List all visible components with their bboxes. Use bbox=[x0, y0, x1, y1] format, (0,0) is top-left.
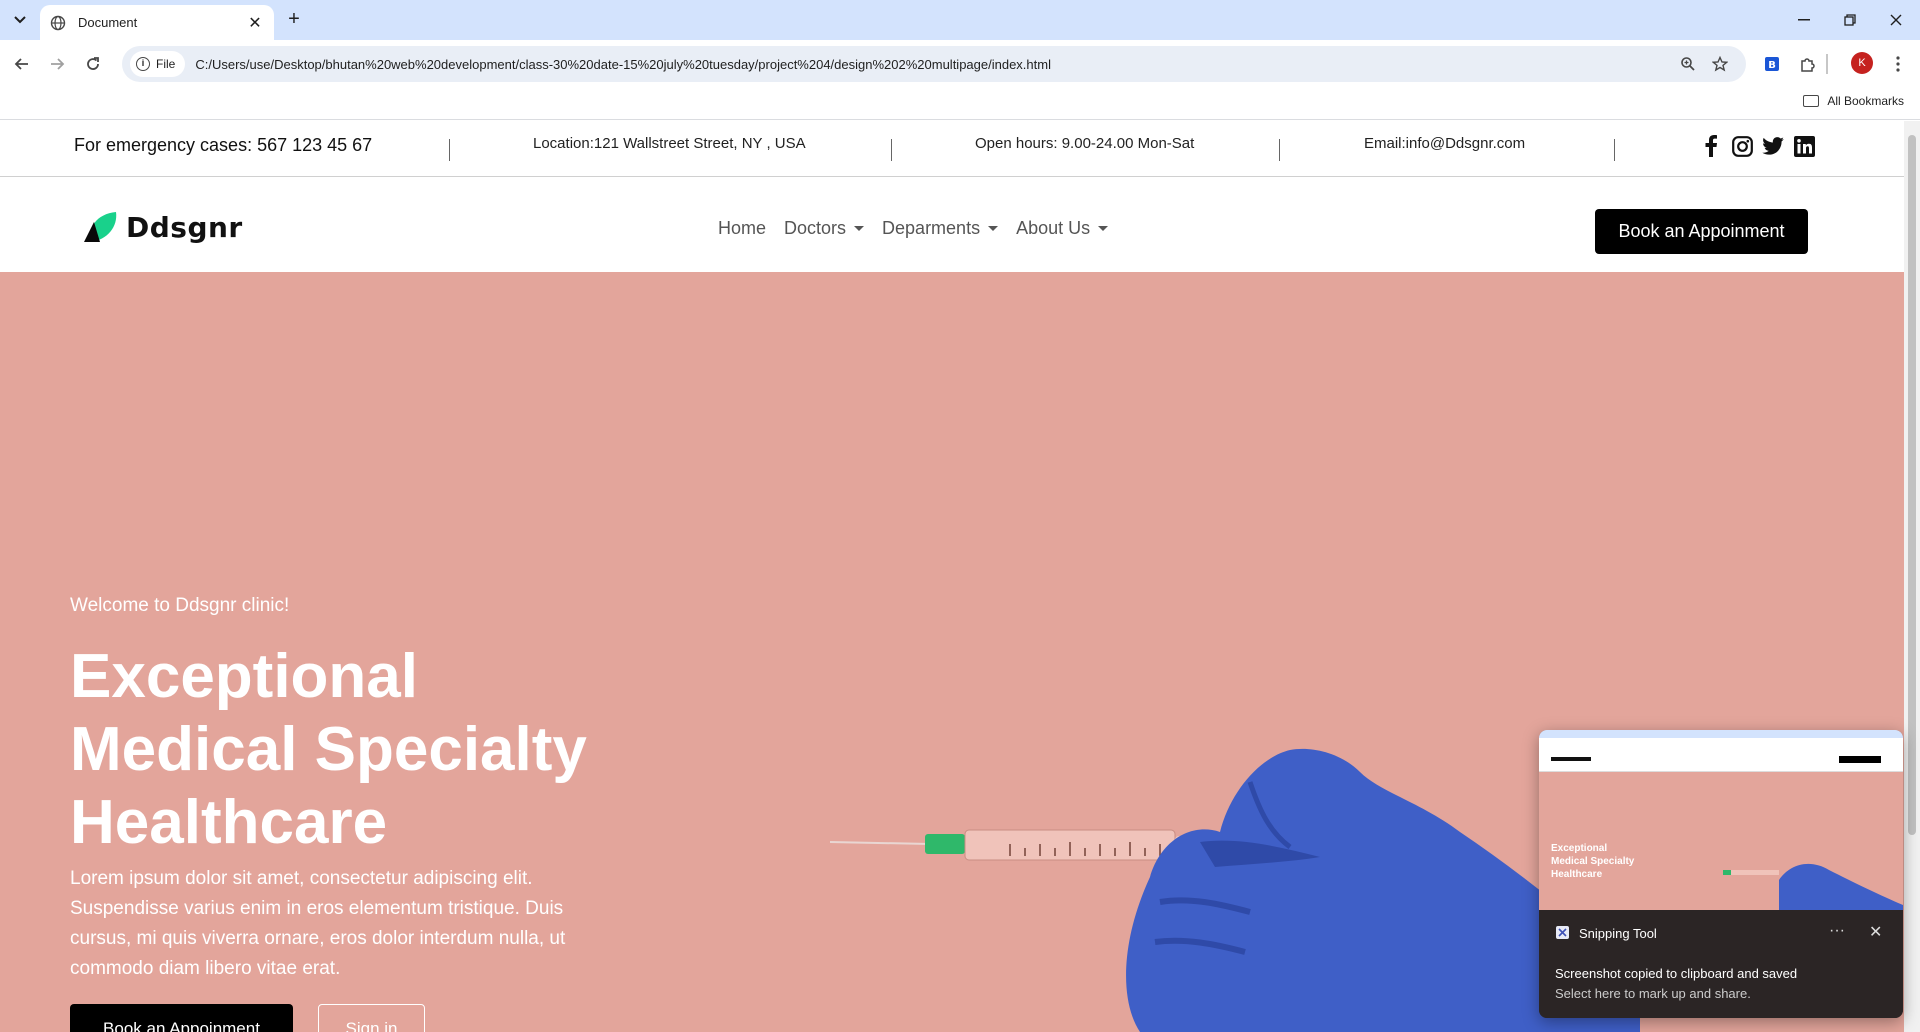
open-hours-text: Open hours: 9.00-24.00 Mon-Sat bbox=[975, 135, 1195, 152]
snipping-tool-icon bbox=[1556, 926, 1569, 939]
hero-title-line: Healthcare bbox=[70, 788, 388, 857]
caret-down-icon bbox=[1098, 226, 1109, 231]
notification-app-name: Snipping Tool bbox=[1579, 926, 1657, 941]
extension-app-icon[interactable]: B bbox=[1760, 52, 1784, 76]
close-icon[interactable]: ✕ bbox=[1869, 922, 1882, 942]
folder-icon bbox=[1803, 95, 1820, 107]
globe-icon bbox=[50, 15, 66, 30]
twitter-icon[interactable] bbox=[1762, 135, 1784, 157]
hero-welcome-text: Welcome to Ddsgnr clinic! bbox=[70, 595, 290, 616]
email-text: Email:info@Ddsgnr.com bbox=[1364, 135, 1526, 152]
thumbnail-title-line: Healthcare bbox=[1551, 869, 1603, 880]
notification-message: Screenshot copied to clipboard and saved bbox=[1555, 966, 1798, 981]
brand-logo[interactable]: Ddsgnr bbox=[82, 210, 243, 244]
caret-down-icon bbox=[988, 226, 999, 231]
thumbnail-title-line: Medical Specialty bbox=[1551, 856, 1635, 867]
location-text: Location:121 Wallstreet Street, NY , USA bbox=[533, 135, 806, 152]
book-appointment-button[interactable]: Book an Appoinment bbox=[1595, 209, 1808, 254]
emergency-contact: For emergency cases: 567 123 45 67 bbox=[74, 135, 373, 155]
all-bookmarks-button[interactable]: All Bookmarks bbox=[1803, 94, 1904, 108]
new-tab-icon[interactable]: + bbox=[282, 8, 306, 32]
address-bar[interactable]: i File C:/Users/use/Desktop/bhutan%20web… bbox=[122, 46, 1746, 82]
brand-name: Ddsgnr bbox=[126, 210, 243, 244]
forward-icon[interactable] bbox=[45, 52, 69, 76]
thumbnail-title-line: Exceptional bbox=[1551, 843, 1608, 854]
toolbar-divider bbox=[1826, 54, 1828, 74]
hero-title: Exceptional Medical Specialty Healthcare bbox=[70, 640, 630, 859]
facebook-icon[interactable] bbox=[1700, 135, 1722, 157]
divider bbox=[1614, 139, 1615, 161]
hero-title-line: Medical Specialty bbox=[70, 715, 587, 784]
browser-tab[interactable]: Document ✕ bbox=[40, 5, 274, 40]
svg-text:B: B bbox=[1768, 60, 1776, 71]
nav-link-label: Doctors bbox=[784, 218, 847, 238]
info-icon: i bbox=[136, 57, 150, 71]
hero-sign-in-button[interactable]: Sign in bbox=[318, 1004, 425, 1032]
url-scheme-label: File bbox=[156, 57, 176, 71]
restore-icon[interactable] bbox=[1827, 0, 1873, 40]
hero-description: Lorem ipsum dolor sit amet, consectetur … bbox=[70, 868, 566, 979]
nav-link-label: Home bbox=[718, 218, 767, 238]
divider bbox=[891, 139, 892, 161]
nav-link-label: Deparments bbox=[882, 218, 981, 238]
scrollbar-thumb[interactable] bbox=[1908, 135, 1916, 835]
caret-down-icon bbox=[854, 226, 865, 231]
nav-links: Home Doctors Deparments About Us bbox=[718, 218, 1126, 239]
instagram-icon[interactable] bbox=[1731, 135, 1753, 157]
kebab-menu-icon[interactable] bbox=[1886, 52, 1910, 76]
reload-icon[interactable] bbox=[81, 52, 105, 76]
tab-close-icon[interactable]: ✕ bbox=[246, 13, 264, 33]
hero-book-appointment-button[interactable]: Book an Appoinment bbox=[70, 1004, 293, 1032]
divider bbox=[1279, 139, 1280, 161]
page-scrollbar[interactable] bbox=[1904, 121, 1920, 1032]
nav-link-departments[interactable]: Deparments bbox=[882, 218, 999, 239]
linkedin-icon[interactable] bbox=[1793, 135, 1815, 157]
main-navbar: Ddsgnr Home Doctors Deparments About Us … bbox=[0, 178, 1904, 272]
snipping-tool-notification[interactable]: Exceptional Medical Specialty Healthcare… bbox=[1539, 730, 1903, 1018]
url-text[interactable]: C:/Users/use/Desktop/bhutan%20web%20deve… bbox=[195, 57, 1051, 72]
browser-toolbar: i File C:/Users/use/Desktop/bhutan%20web… bbox=[0, 40, 1920, 88]
tab-search-chevron-icon[interactable] bbox=[8, 8, 32, 32]
info-topbar: For emergency cases: 567 123 45 67 Locat… bbox=[0, 121, 1904, 177]
nav-link-about[interactable]: About Us bbox=[1016, 218, 1109, 239]
thumbnail-syringe-image bbox=[1723, 863, 1903, 910]
screenshot-thumbnail[interactable]: Exceptional Medical Specialty Healthcare bbox=[1539, 730, 1903, 910]
close-window-icon[interactable] bbox=[1873, 0, 1919, 40]
zoom-icon[interactable] bbox=[1678, 54, 1698, 74]
back-icon[interactable] bbox=[10, 52, 34, 76]
bookmarks-bar: All Bookmarks bbox=[0, 88, 1920, 120]
nav-link-label: About Us bbox=[1016, 218, 1091, 238]
nav-link-home[interactable]: Home bbox=[718, 218, 766, 239]
hero-title-line: Exceptional bbox=[70, 642, 418, 711]
divider bbox=[449, 139, 450, 161]
nav-link-doctors[interactable]: Doctors bbox=[784, 218, 865, 239]
brand-leaf-icon bbox=[84, 212, 117, 242]
more-options-icon[interactable]: ··· bbox=[1829, 922, 1845, 940]
browser-tabstrip: Document ✕ + bbox=[0, 0, 1920, 40]
minimize-icon[interactable] bbox=[1781, 0, 1827, 40]
site-info-chip[interactable]: i File bbox=[130, 51, 186, 77]
extensions-puzzle-icon[interactable] bbox=[1796, 52, 1820, 76]
bookmark-star-icon[interactable] bbox=[1710, 54, 1730, 74]
notification-body[interactable]: Snipping Tool ··· ✕ Screenshot copied to… bbox=[1539, 910, 1903, 1018]
profile-avatar[interactable]: K bbox=[1851, 52, 1873, 74]
all-bookmarks-label: All Bookmarks bbox=[1827, 94, 1904, 108]
tab-title: Document bbox=[78, 15, 138, 30]
notification-sub-message: Select here to mark up and share. bbox=[1555, 986, 1751, 1001]
